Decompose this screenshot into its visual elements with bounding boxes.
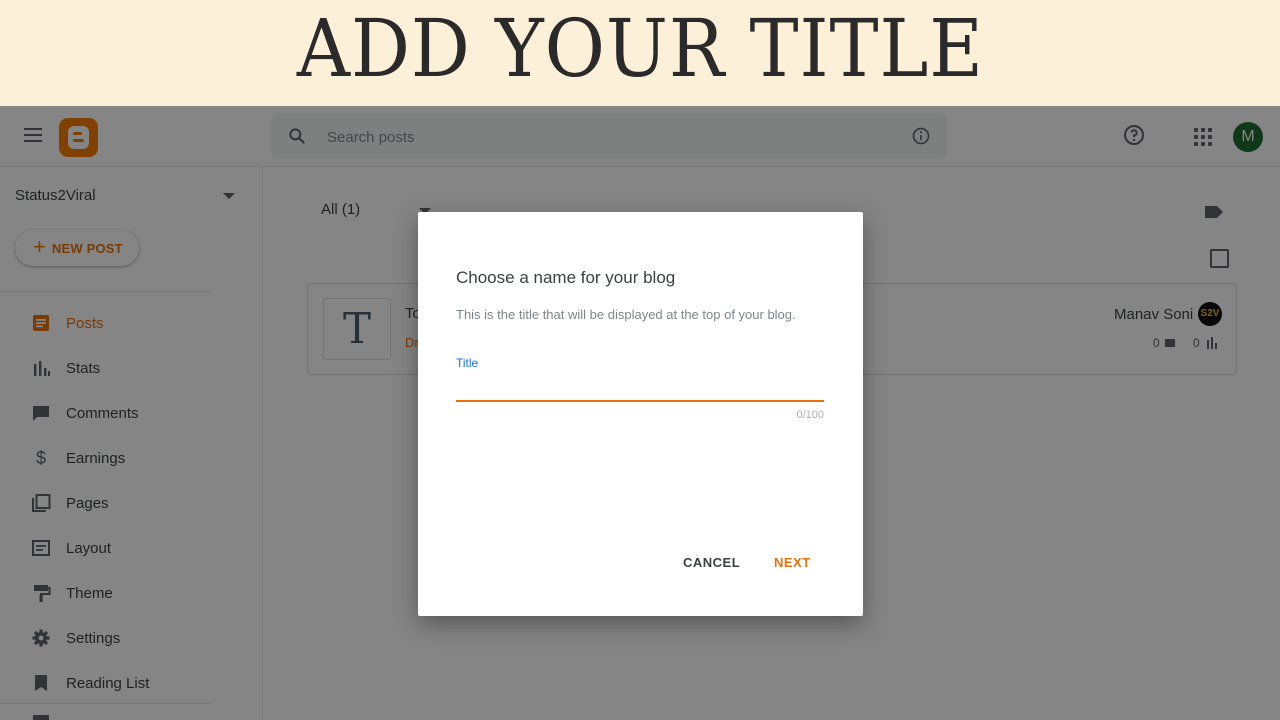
banner-title: ADD YOUR TITLE — [296, 2, 984, 95]
title-field-label: Title — [456, 356, 479, 370]
dialog-title: Choose a name for your blog — [456, 268, 676, 287]
next-button[interactable]: NEXT — [762, 553, 823, 572]
character-counter: 0/100 — [796, 409, 824, 421]
cancel-button[interactable]: CANCEL — [671, 553, 752, 572]
blog-name-dialog: Choose a name for your blog This is the … — [418, 212, 863, 616]
dialog-subtitle: This is the title that will be displayed… — [456, 307, 796, 322]
blog-title-input[interactable] — [456, 378, 824, 402]
title-banner: ADD YOUR TITLE — [0, 0, 1280, 106]
